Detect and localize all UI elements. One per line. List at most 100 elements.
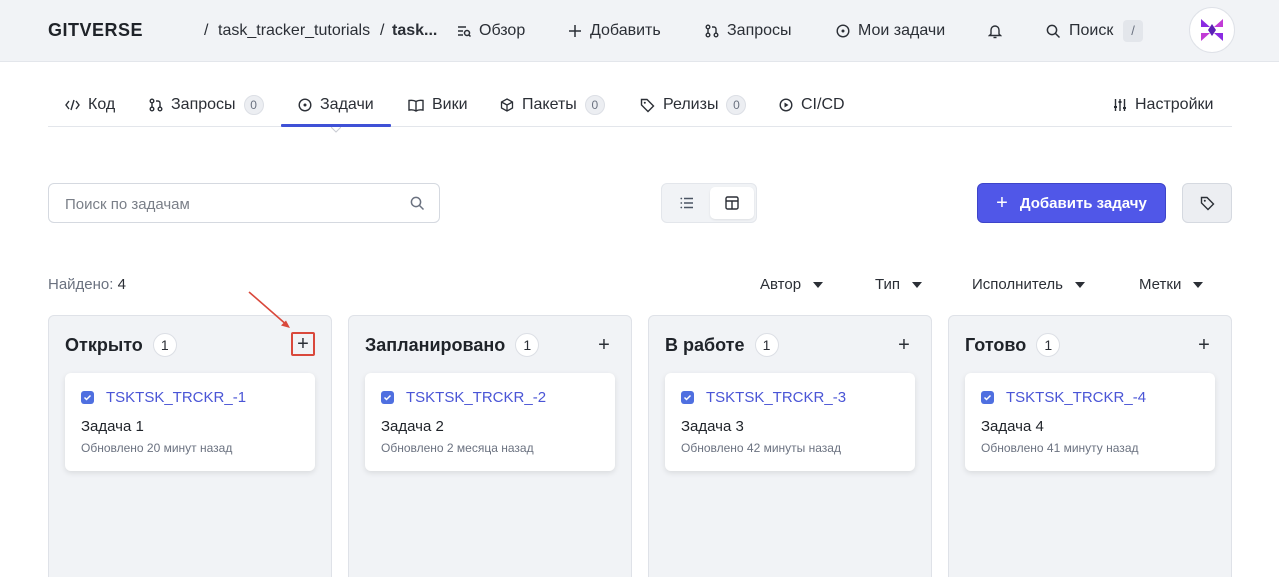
task-type-icon: [681, 391, 694, 404]
task-card[interactable]: TSKTSK_TRCKR_-1 Задача 1 Обновлено 20 ми…: [65, 373, 315, 471]
nav-overview[interactable]: Обзор: [457, 19, 525, 43]
user-avatar-icon: [1201, 19, 1223, 41]
task-updated: Обновлено 41 минуту назад: [981, 441, 1139, 455]
task-id-link[interactable]: TSKTSK_TRCKR_-1: [81, 389, 246, 406]
annotation-arrow-icon: [248, 291, 290, 328]
board-icon: [725, 196, 739, 210]
task-updated: Обновлено 42 минуты назад: [681, 441, 841, 455]
bell-icon: [988, 25, 1002, 39]
tab-count-badge: 0: [243, 95, 264, 115]
tab-issues[interactable]: Задачи: [298, 94, 374, 116]
filter-author[interactable]: Автор: [760, 276, 824, 293]
nav-pull-requests[interactable]: Запросы: [705, 19, 792, 43]
column-count-badge: 1: [754, 333, 779, 357]
tab-pull-requests[interactable]: Запросы 0: [149, 94, 264, 116]
list-view-button[interactable]: [665, 187, 709, 219]
column-count-badge: 1: [515, 333, 540, 357]
column-count-badge: 1: [1036, 333, 1061, 357]
task-type-icon: [981, 391, 994, 404]
column-title: Готово 1: [965, 333, 1061, 357]
task-card[interactable]: TSKTSK_TRCKR_-4 Задача 4 Обновлено 41 ми…: [965, 373, 1215, 471]
gitverse-logo[interactable]: GITVERSE: [48, 21, 198, 39]
column-title: Запланировано 1: [365, 333, 540, 357]
overview-icon: [458, 26, 471, 38]
task-title: Задача 1: [81, 418, 144, 435]
tab-releases[interactable]: Релизы 0: [640, 94, 747, 116]
tag-icon: [1200, 196, 1214, 210]
avatar[interactable]: [1189, 7, 1235, 53]
task-title: Задача 3: [681, 418, 744, 435]
chevron-down-icon: [912, 281, 923, 288]
tab-ci-cd[interactable]: CI/CD: [779, 94, 845, 116]
column-title: Открыто 1: [65, 333, 177, 357]
add-task-button[interactable]: + Добавить задачу: [977, 183, 1166, 223]
breadcrumb-owner[interactable]: task_tracker_tutorials: [218, 21, 370, 41]
tab-wiki[interactable]: Вики: [408, 94, 468, 116]
tag-icon: [640, 98, 655, 112]
chevron-down-icon: [813, 281, 824, 288]
notifications-button[interactable]: [988, 19, 1010, 43]
task-card[interactable]: TSKTSK_TRCKR_-2 Задача 2 Обновлено 2 мес…: [365, 373, 615, 471]
tab-count-badge: 0: [584, 95, 605, 115]
breadcrumb-separator: /: [204, 22, 209, 39]
code-icon: [65, 99, 80, 111]
pull-request-icon: [705, 24, 719, 38]
filter-labels[interactable]: Метки: [1139, 276, 1204, 293]
issue-search: [48, 183, 440, 223]
nav-my-issues[interactable]: Мои задачи: [836, 19, 945, 43]
plus-icon: +: [598, 333, 610, 356]
tab-settings[interactable]: Настройки: [1113, 94, 1213, 116]
filter-assignee[interactable]: Исполнитель: [972, 276, 1085, 293]
search-icon: [1046, 24, 1061, 38]
issue-icon: [298, 98, 312, 112]
task-type-icon: [381, 391, 394, 404]
global-search-button[interactable]: Поиск: [1046, 19, 1113, 43]
book-icon: [408, 99, 424, 112]
plus-icon: +: [297, 332, 309, 355]
svg-text:GITVERSE: GITVERSE: [48, 21, 143, 39]
add-task-to-column-button[interactable]: +: [1192, 333, 1216, 357]
search-shortcut-badge: /: [1123, 20, 1143, 42]
top-bar: GITVERSE / task_tracker_tutorials / task…: [0, 0, 1279, 62]
breadcrumb-repo[interactable]: task...: [392, 21, 437, 41]
plus-icon: +: [1198, 333, 1210, 356]
plus-icon: +: [898, 333, 910, 356]
task-title: Задача 4: [981, 418, 1044, 435]
task-updated: Обновлено 20 минут назад: [81, 441, 233, 455]
task-card[interactable]: TSKTSK_TRCKR_-3 Задача 3 Обновлено 42 ми…: [665, 373, 915, 471]
board-view-button[interactable]: [710, 187, 754, 219]
tab-code[interactable]: Код: [65, 94, 115, 116]
task-id-link[interactable]: TSKTSK_TRCKR_-3: [681, 389, 846, 406]
play-icon: [779, 98, 793, 112]
package-icon: [500, 98, 514, 112]
column-count-badge: 1: [152, 333, 177, 357]
view-toggle: [661, 183, 757, 223]
issue-icon: [836, 24, 850, 38]
tab-packages[interactable]: Пакеты 0: [500, 94, 605, 116]
tab-count-badge: 0: [726, 95, 747, 115]
task-id-link[interactable]: TSKTSK_TRCKR_-2: [381, 389, 546, 406]
repo-tabs: Код Запросы 0 Задачи Вики Пакеты 0 Релиз…: [48, 84, 1232, 133]
breadcrumb-separator: /: [380, 22, 385, 39]
board-column-in-progress: В работе 1 + TSKTSK_TRCKR_-3 Задача 3 Обн…: [648, 315, 932, 577]
search-icon[interactable]: [410, 196, 425, 211]
active-tab-caret: [331, 127, 341, 133]
nav-add[interactable]: Добавить: [568, 19, 661, 43]
issue-search-input[interactable]: [65, 193, 395, 215]
task-type-icon: [81, 391, 94, 404]
sliders-icon: [1114, 99, 1126, 111]
pull-request-icon: [149, 98, 163, 112]
filter-type[interactable]: Тип: [875, 276, 923, 293]
add-task-to-column-button[interactable]: +: [291, 332, 315, 356]
task-title: Задача 2: [381, 418, 444, 435]
add-task-to-column-button[interactable]: +: [892, 333, 916, 357]
task-id-link[interactable]: TSKTSK_TRCKR_-4: [981, 389, 1146, 406]
task-updated: Обновлено 2 месяца назад: [381, 441, 534, 455]
list-icon: [680, 197, 693, 209]
chevron-down-icon: [1074, 281, 1085, 288]
board-column-done: Готово 1 + TSKTSK_TRCKR_-4 Задача 4 Обнов…: [948, 315, 1232, 577]
add-task-to-column-button[interactable]: +: [592, 333, 616, 357]
plus-icon: [569, 25, 581, 37]
labels-button[interactable]: [1182, 183, 1232, 223]
board-column-planned: Запланировано 1 + TSKTSK_TRCKR_-2 Задача …: [348, 315, 632, 577]
